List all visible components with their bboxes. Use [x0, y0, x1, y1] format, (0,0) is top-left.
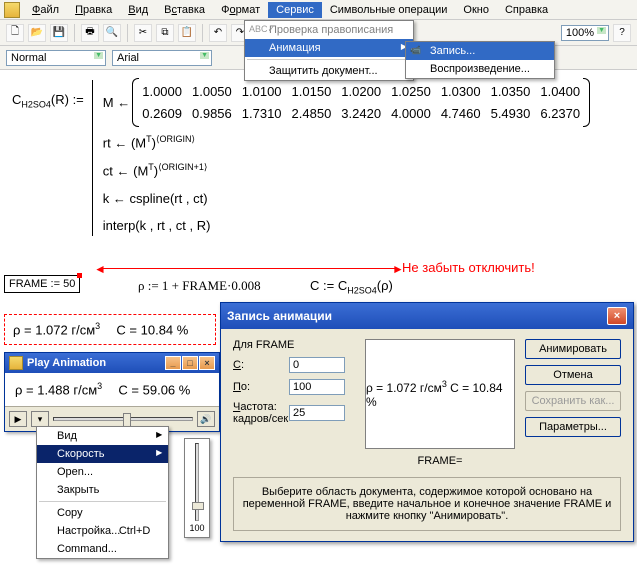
play-title: Play Animation [27, 357, 106, 369]
play-app-icon [9, 356, 23, 370]
undo-icon[interactable]: ↶ [209, 24, 227, 42]
ctx-config[interactable]: Настройка...Ctrl+D [37, 522, 168, 540]
app-icon [4, 2, 20, 18]
play-context-menu: Вид Скорость Open... Закрыть Copy Настро… [36, 426, 169, 559]
save-icon[interactable]: 💾 [50, 24, 68, 42]
play-button[interactable]: ▶ [9, 411, 27, 427]
ctx-close[interactable]: Закрыть [37, 481, 168, 499]
preview-pane: ρ = 1.072 г/см3 C = 10.84 % [365, 339, 515, 449]
paste-icon[interactable]: 📋 [178, 24, 196, 42]
menu-animation[interactable]: Анимация [245, 39, 413, 57]
ctx-speed[interactable]: Скорость [37, 445, 168, 463]
to-input[interactable]: 100 [289, 379, 345, 395]
frame-caption: FRAME= [365, 455, 515, 467]
preview-icon[interactable]: 🔍 [103, 24, 121, 42]
menu-format[interactable]: Формат [213, 2, 268, 18]
fps-input[interactable]: 25 [289, 405, 345, 421]
print-icon[interactable]: 🖶 [81, 24, 99, 42]
menu-record[interactable]: 📹Запись... [406, 42, 554, 60]
menu-help[interactable]: Справка [497, 2, 556, 18]
menubar: Файл Правка Вид Вставка Формат Сервис Си… [0, 0, 637, 20]
edit-marker-icon [77, 273, 82, 278]
menu-playback[interactable]: Воспроизведение... [406, 60, 554, 78]
cut-icon[interactable]: ✂ [134, 24, 152, 42]
open-icon[interactable]: 📂 [28, 24, 46, 42]
copy-icon[interactable]: ⧉ [156, 24, 174, 42]
menu-service[interactable]: Сервис [268, 2, 322, 18]
from-input[interactable]: 0 [289, 357, 345, 373]
result-box: ρ = 1.072 г/см3 C = 10.84 % [4, 314, 216, 345]
animate-button[interactable]: Анимировать [525, 339, 621, 359]
annotation-line [100, 268, 396, 269]
new-icon[interactable]: 🗋 [6, 24, 24, 42]
menu-protect[interactable]: Защитить документ... [245, 62, 413, 80]
options-button[interactable]: Параметры... [525, 417, 621, 437]
menu-symbolic[interactable]: Символьные операции [322, 2, 456, 18]
minimize-button[interactable]: _ [165, 356, 181, 370]
group-label: Для FRAME [233, 339, 355, 351]
animation-submenu: 📹Запись... Воспроизведение... [405, 41, 555, 79]
ctx-copy[interactable]: Copy [37, 504, 168, 522]
speaker-icon[interactable]: 🔊 [197, 411, 215, 427]
service-dropdown: ABC✓Проверка правописания Анимация Защит… [244, 20, 414, 81]
saveas-button: Сохранить как... [525, 391, 621, 411]
menu-edit[interactable]: Правка [67, 2, 120, 18]
frame-assign[interactable]: FRAME := 50 [4, 275, 80, 293]
dlg-title: Запись анимации [227, 309, 332, 323]
rho-def: ρ := 1 + FRAME·0.008 [138, 278, 261, 294]
ctx-open[interactable]: Open... [37, 463, 168, 481]
arrow-left-icon: ◄ [94, 262, 106, 276]
menu-insert[interactable]: Вставка [156, 2, 213, 18]
help-icon[interactable]: ? [613, 24, 631, 42]
dlg-hint: Выберите область документа, содержимое к… [233, 477, 621, 531]
record-animation-dialog: Запись анимации × Для FRAME С:0 По:100 Ч… [220, 302, 634, 542]
ctx-view[interactable]: Вид [37, 427, 168, 445]
speed-slider[interactable]: 100 [184, 438, 210, 538]
menu-dropdown-button[interactable]: ▾ [31, 411, 49, 427]
document-area: CH2SO4(R) := M ← 1.00001.00501.01001.015… [0, 70, 637, 252]
menu-view[interactable]: Вид [120, 2, 156, 18]
annotation-label: Не забыть отключить! [402, 260, 535, 275]
maximize-button[interactable]: □ [182, 356, 198, 370]
close-button[interactable]: × [199, 356, 215, 370]
cancel-button[interactable]: Отмена [525, 365, 621, 385]
play-slider[interactable] [53, 417, 193, 421]
menu-window[interactable]: Окно [455, 2, 497, 18]
ctx-command[interactable]: Command... [37, 540, 168, 558]
c-def: C := CH2SO4(ρ) [310, 278, 393, 296]
matrix-m: 1.00001.00501.01001.01501.02001.02501.03… [136, 80, 586, 125]
dlg-close-button[interactable]: × [607, 307, 627, 325]
play-animation-window: Play Animation _ □ × ρ = 1.488 г/см3 C =… [4, 352, 220, 432]
zoom-combo[interactable]: 100% [561, 25, 609, 41]
style-combo[interactable]: Normal [6, 50, 106, 66]
menu-spellcheck: ABC✓Проверка правописания [245, 21, 413, 39]
font-combo[interactable]: Arial [112, 50, 212, 66]
menu-file[interactable]: Файл [24, 2, 67, 18]
